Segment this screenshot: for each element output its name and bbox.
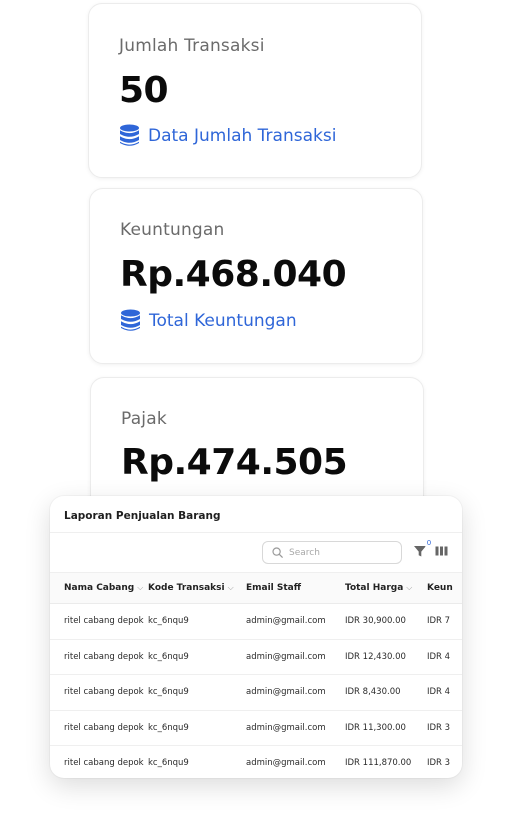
table-row[interactable]: ritel cabang depok kc_6nqu9 admin@gmail.… [50, 710, 462, 746]
chevron-down-icon: ⌵ [137, 583, 144, 592]
cell-email-staff: admin@gmail.com [246, 603, 345, 640]
search-box[interactable] [262, 541, 402, 564]
stat-title: Keuntungan [120, 220, 225, 240]
cell-total-harga: IDR 12,430.00 [345, 639, 427, 675]
total-keuntungan-link[interactable]: Total Keuntungan [120, 309, 297, 332]
column-header-label: Keun [427, 583, 453, 593]
stat-card-profit: Keuntungan Rp.468.040 Total Keuntungan [89, 188, 423, 364]
cell-kode-transaksi: kc_6nqu9 [148, 603, 246, 640]
column-header-label: Total Harga [345, 583, 404, 593]
stat-value: Rp.468.040 [120, 254, 347, 295]
cell-keuntungan: IDR 4 [427, 639, 462, 675]
cell-nama-cabang: ritel cabang depok [50, 674, 148, 711]
divider [50, 532, 462, 533]
stat-value: Rp.474.505 [121, 442, 348, 483]
cell-kode-transaksi: kc_6nqu9 [148, 710, 246, 746]
cell-total-harga: IDR 111,870.00 [345, 745, 427, 778]
column-header-label: Nama Cabang [64, 583, 135, 593]
report-table: Nama Cabang ⌵ Kode Transaksi ⌵ Email Staff… [50, 572, 462, 778]
column-header-total-harga[interactable]: Total Harga ⌵ [345, 572, 427, 604]
stat-link-label: Total Keuntungan [149, 310, 297, 331]
cell-total-harga: IDR 11,300.00 [345, 710, 427, 746]
chevron-down-icon: ⌵ [406, 583, 413, 592]
cell-kode-transaksi: kc_6nqu9 [148, 745, 246, 778]
column-header-label: Email Staff [246, 583, 302, 593]
table-row[interactable]: ritel cabang depok kc_6nqu9 admin@gmail.… [50, 674, 462, 711]
report-table-wrapper[interactable]: Nama Cabang ⌵ Kode Transaksi ⌵ Email Staff… [50, 572, 462, 778]
cell-nama-cabang: ritel cabang depok [50, 639, 148, 675]
filter-count-badge: 0 [424, 538, 434, 548]
cell-email-staff: admin@gmail.com [246, 710, 345, 746]
stat-title: Jumlah Transaksi [119, 36, 265, 56]
stat-card-transactions: Jumlah Transaksi 50 Data Jumlah Transaks… [88, 3, 422, 178]
column-header-kode-transaksi[interactable]: Kode Transaksi ⌵ [148, 572, 246, 604]
columns-icon[interactable] [435, 544, 448, 558]
cell-kode-transaksi: kc_6nqu9 [148, 639, 246, 675]
cell-keuntungan: IDR 7 [427, 603, 462, 640]
column-header-email-staff[interactable]: Email Staff [246, 572, 345, 604]
cell-total-harga: IDR 30,900.00 [345, 603, 427, 640]
cell-email-staff: admin@gmail.com [246, 639, 345, 675]
data-jumlah-transaksi-link[interactable]: Data Jumlah Transaksi [119, 124, 336, 147]
cell-total-harga: IDR 8,430.00 [345, 674, 427, 711]
cell-kode-transaksi: kc_6nqu9 [148, 674, 246, 711]
cell-keuntungan: IDR 3 [427, 745, 462, 778]
table-row[interactable]: ritel cabang depok kc_6nqu9 admin@gmail.… [50, 745, 462, 778]
stat-value: 50 [119, 70, 169, 111]
table-header-row: Nama Cabang ⌵ Kode Transaksi ⌵ Email Staff… [50, 572, 462, 604]
table-row[interactable]: ritel cabang depok kc_6nqu9 admin@gmail.… [50, 603, 462, 640]
sales-report-panel: Laporan Penjualan Barang 0 Nama Cabang⌵ … [50, 496, 462, 778]
search-input[interactable] [289, 547, 389, 558]
cell-email-staff: admin@gmail.com [246, 745, 345, 778]
stat-title: Pajak [121, 409, 167, 429]
table-row[interactable]: ritel cabang depok kc_6nqu9 admin@gmail.… [50, 639, 462, 675]
chevron-down-icon: ⌵ [227, 583, 234, 592]
search-icon [272, 547, 283, 558]
database-icon [121, 309, 140, 331]
cell-nama-cabang: ritel cabang depok [50, 603, 148, 640]
database-icon [120, 124, 139, 146]
cell-nama-cabang: ritel cabang depok [50, 710, 148, 746]
report-title: Laporan Penjualan Barang [64, 510, 221, 522]
column-header-nama-cabang[interactable]: Nama Cabang ⌵ [50, 572, 148, 604]
cell-keuntungan: IDR 4 [427, 674, 462, 711]
cell-email-staff: admin@gmail.com [246, 674, 345, 711]
column-header-keuntungan[interactable]: Keun [427, 572, 462, 604]
cell-keuntungan: IDR 3 [427, 710, 462, 746]
stat-link-label: Data Jumlah Transaksi [148, 125, 337, 146]
cell-nama-cabang: ritel cabang depok [50, 745, 148, 778]
column-header-label: Kode Transaksi [148, 583, 225, 593]
